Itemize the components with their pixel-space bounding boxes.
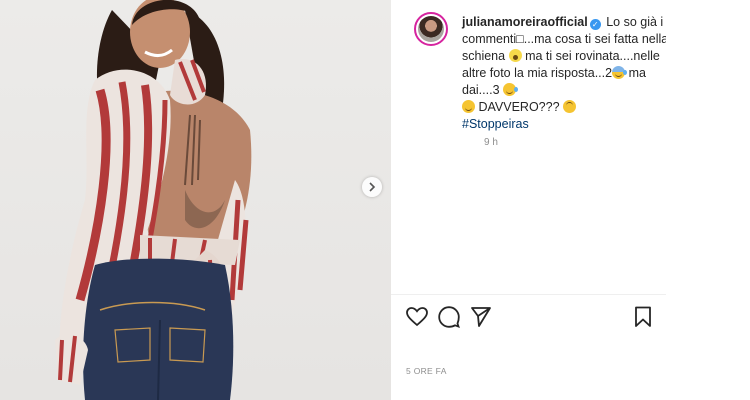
next-photo-button[interactable] (362, 177, 382, 197)
woman-photo-illustration (55, 0, 252, 400)
post-side-panel: julianamoreiraofficial ✓ Lo so già i comm… (391, 0, 668, 400)
share-button[interactable] (469, 305, 493, 329)
username-link[interactable]: julianamoreiraofficial (462, 15, 588, 29)
anxious-face-emoji-icon (612, 66, 628, 79)
caption-time-ago: 9 h (484, 137, 498, 148)
action-bar (405, 305, 655, 329)
hashtag-link[interactable]: #Stoppeiras (462, 117, 529, 131)
screaming-face-emoji-icon (508, 49, 522, 62)
chevron-right-icon (369, 182, 376, 192)
post-photo[interactable] (0, 0, 391, 400)
verified-badge-icon: ✓ (589, 19, 601, 30)
grinning-face-emoji-icon (462, 100, 475, 113)
comment-icon (438, 306, 460, 328)
divider (391, 294, 666, 295)
comment-button[interactable] (437, 305, 461, 329)
avatar-image (418, 16, 444, 42)
upside-down-face-emoji-icon (563, 100, 577, 113)
caption: julianamoreiraofficial ✓ Lo so già i comm… (462, 14, 682, 133)
avatar[interactable] (414, 12, 448, 46)
save-button[interactable] (631, 305, 655, 329)
like-button[interactable] (405, 305, 429, 329)
page-margin (666, 0, 750, 400)
caption-text-4: DAVVERO??? (478, 100, 560, 114)
paper-plane-icon (471, 307, 491, 327)
rolling-laughing-emoji-icon (503, 83, 519, 96)
post-date: 5 ORE FA (406, 366, 447, 376)
bookmark-icon (635, 306, 651, 327)
heart-icon (406, 307, 428, 327)
